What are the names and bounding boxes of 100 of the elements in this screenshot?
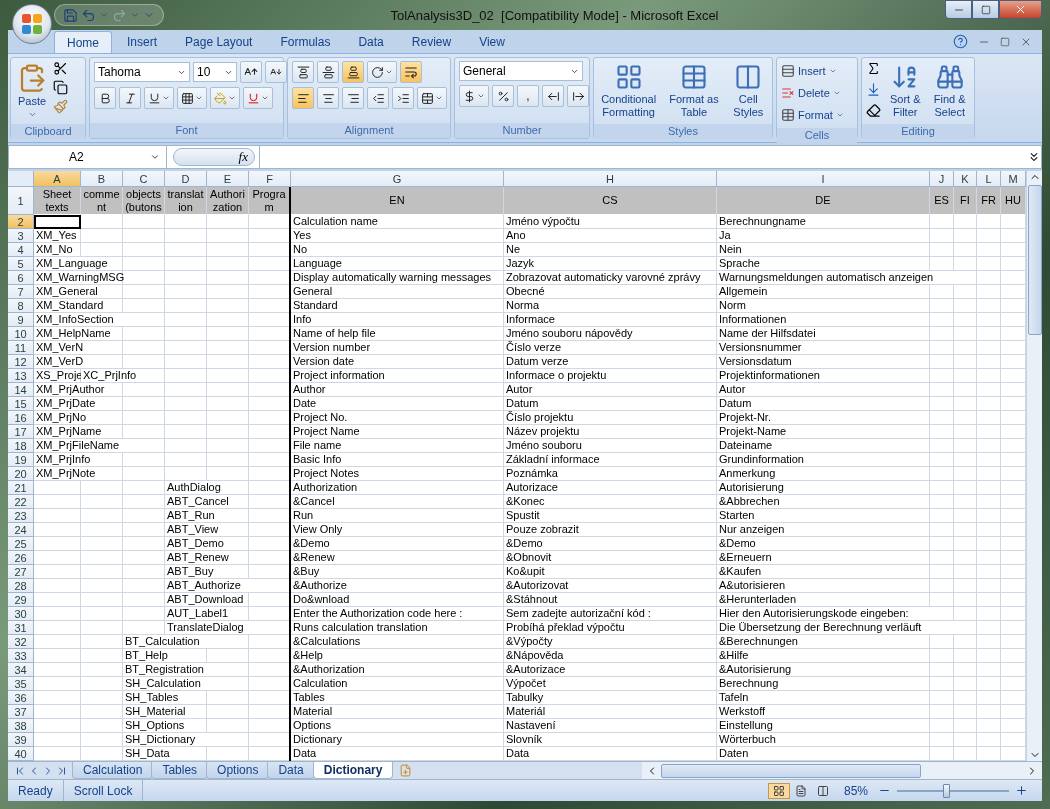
row-header[interactable]: 20 [8,467,34,481]
row-header[interactable]: 18 [8,439,34,453]
styles-button[interactable]: Cell Styles [726,61,771,121]
format-table-icon[interactable] [781,108,795,122]
row-header[interactable]: 40 [8,747,34,761]
sheet-tab[interactable]: Dictionary [312,762,394,779]
ribbon-tab[interactable]: Data [345,30,397,53]
cell-styles-icon[interactable] [734,63,763,91]
sheet-tab[interactable]: Data [267,762,315,779]
row-header[interactable]: 12 [8,355,34,369]
zoom-level[interactable]: 85% [833,783,878,798]
zoom-thumb[interactable] [943,783,951,798]
row-header[interactable]: 30 [8,607,34,621]
caret-icon[interactable] [27,110,37,119]
column-header[interactable]: G [291,171,504,187]
row-header[interactable]: 13 [8,369,34,383]
number-format-field[interactable]: General [459,61,583,81]
close-button[interactable] [999,0,1042,19]
sheet-tab[interactable]: Calculation [72,762,154,779]
row-header[interactable]: 35 [8,677,34,691]
ribbon-tab[interactable]: Home [54,31,112,53]
orientation-button[interactable] [367,61,397,83]
font-color-button[interactable] [243,87,273,109]
editing-button[interactable]: Find & Select [929,61,970,121]
maximize-icon[interactable] [980,4,991,15]
first-sheet-icon[interactable] [14,764,26,777]
font-color-icon[interactable] [247,91,260,105]
binoculars-icon[interactable] [935,63,964,91]
merge-cells-icon[interactable] [421,91,434,105]
ribbon-tab[interactable]: Formulas [267,30,344,53]
row-header[interactable]: 8 [8,299,34,313]
borders-button[interactable] [177,87,207,109]
shrink-font-icon[interactable] [270,66,282,78]
undo-icon[interactable] [81,7,96,23]
styles-button[interactable]: Format as Table [665,61,723,121]
caret-icon[interactable] [195,94,203,102]
font-family-field[interactable]: Tahoma [94,62,190,82]
column-header[interactable]: J [930,171,954,187]
column-header[interactable]: B [81,171,123,187]
scrollbar-thumb[interactable] [1027,185,1042,335]
row-header[interactable]: 33 [8,649,34,663]
row-header[interactable]: 27 [8,565,34,579]
row-header[interactable]: 29 [8,593,34,607]
close-icon[interactable] [1014,3,1027,16]
column-header[interactable]: E [207,171,249,187]
fill-down-icon[interactable] [866,82,881,97]
row-header[interactable]: 2 [8,215,34,229]
help-icon[interactable] [953,34,968,49]
ribbon-tab[interactable]: View [466,30,518,53]
font-size-field[interactable]: 10 [193,62,237,82]
row-header[interactable]: 1 [8,187,34,215]
row-header[interactable]: 32 [8,635,34,649]
row-header[interactable]: 39 [8,733,34,747]
copy-icon[interactable] [53,80,68,95]
currency-button[interactable] [459,85,489,107]
row-header[interactable]: 11 [8,341,34,355]
cells-button[interactable]: Insert [781,61,837,81]
column-header[interactable]: L [977,171,1001,187]
merge-button[interactable] [417,87,447,109]
caret-icon[interactable] [261,94,269,102]
row-header[interactable]: 26 [8,551,34,565]
row-header[interactable]: 38 [8,719,34,733]
sheet-tab[interactable]: Tables [151,762,209,779]
table-icon[interactable] [680,63,708,91]
row-header[interactable]: 4 [8,243,34,257]
column-header[interactable]: D [165,171,207,187]
sheet-tab[interactable]: Options [206,762,270,779]
expand-icon[interactable] [1027,150,1041,164]
cells-button[interactable]: Delete [781,83,841,103]
row-header[interactable]: 28 [8,579,34,593]
row-header[interactable]: 25 [8,537,34,551]
caret-icon[interactable] [435,94,443,102]
row-header[interactable]: 15 [8,397,34,411]
row-header[interactable]: 31 [8,621,34,635]
caret-icon[interactable] [162,94,170,102]
office-button[interactable] [12,4,52,44]
row-header[interactable]: 3 [8,229,34,243]
scrollbar-thumb[interactable] [661,763,921,778]
caret-icon[interactable] [477,92,485,100]
caret-icon[interactable] [828,67,837,75]
column-header[interactable]: I [717,171,930,187]
dollar-icon[interactable] [463,89,476,103]
row-header[interactable]: 37 [8,705,34,719]
row-header[interactable]: 24 [8,523,34,537]
column-header[interactable]: F [249,171,291,187]
ribbon-tab[interactable]: Page Layout [172,30,266,53]
column-header[interactable]: H [504,171,717,187]
row-header[interactable]: 9 [8,313,34,327]
ribbon-tab[interactable]: Review [398,30,465,53]
insert-function-button[interactable]: fx [173,148,255,166]
row-header[interactable]: 14 [8,383,34,397]
editing-button[interactable]: Sort & Filter [885,61,926,121]
row-header[interactable]: 23 [8,509,34,523]
borders-icon[interactable] [181,91,194,105]
eraser-icon[interactable] [866,103,881,118]
page-break-icon[interactable] [816,784,829,797]
underline-icon[interactable] [148,91,161,105]
last-sheet-icon[interactable] [56,764,68,777]
minimize-button[interactable] [945,0,972,19]
maximize-button[interactable] [972,0,999,19]
